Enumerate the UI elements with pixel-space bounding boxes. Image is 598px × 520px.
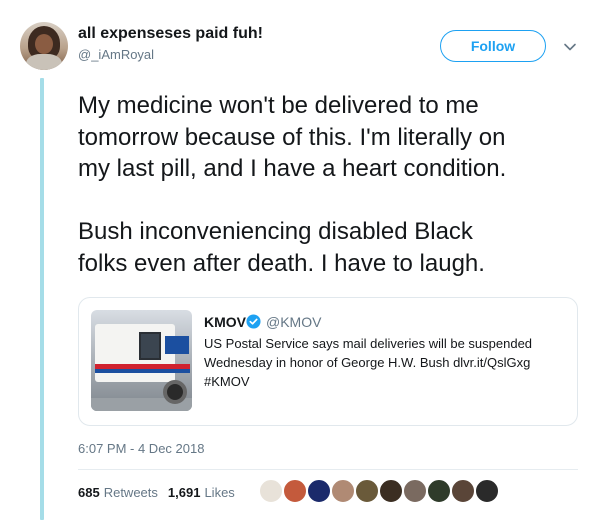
tweet-line: my last pill, and I have a heart conditi…: [78, 155, 507, 182]
retweets-stat[interactable]: 685 Retweets: [78, 485, 158, 500]
author-display-name[interactable]: all expenseses paid fuh!: [78, 25, 263, 43]
retweets-label: Retweets: [103, 485, 158, 500]
mail-truck-image: [91, 310, 192, 411]
liker-avatar[interactable]: [258, 478, 284, 504]
likes-count: 1,691: [167, 485, 201, 500]
liker-avatar[interactable]: [354, 478, 380, 504]
liker-avatar[interactable]: [474, 478, 500, 504]
likes-label: Likes: [204, 485, 235, 500]
liker-avatar[interactable]: [402, 478, 428, 504]
tweet-timestamp[interactable]: 6:07 PM - 4 Dec 2018: [78, 441, 204, 456]
quoted-author-name[interactable]: KMOV: [204, 314, 246, 330]
quoted-text-line: US Postal Service says mail deliveries w…: [204, 336, 533, 351]
quoted-text-line: Wednesday in honor of George H.W. Bush d…: [204, 355, 531, 370]
quoted-author-handle[interactable]: @KMOV: [266, 314, 321, 330]
retweets-count: 685: [78, 485, 100, 500]
divider: [78, 469, 578, 470]
tweet-line: My medicine won't be delivered to me: [78, 92, 479, 119]
liker-avatars: [258, 478, 500, 504]
verified-badge-icon: [246, 314, 261, 329]
tweet-paragraph: Bush inconveniencing disabled Black folk…: [78, 216, 588, 279]
liker-avatar[interactable]: [306, 478, 332, 504]
tweet-line: folks even after death. I have to laugh.: [78, 249, 485, 277]
thread-line: [40, 78, 44, 520]
liker-avatar[interactable]: [450, 478, 476, 504]
liker-avatar[interactable]: [378, 478, 404, 504]
tweet-stats: 685 Retweets 1,691 Likes: [78, 485, 235, 500]
chevron-down-icon[interactable]: [563, 40, 577, 54]
follow-button[interactable]: Follow: [440, 30, 546, 62]
tweet-line: tomorrow because of this. I'm literally …: [78, 123, 506, 151]
quoted-tweet-card[interactable]: KMOV @KMOV US Postal Service says mail d…: [78, 297, 578, 426]
liker-avatar[interactable]: [330, 478, 356, 504]
author-handle[interactable]: @_iAmRoyal: [78, 47, 154, 62]
tweet-line: Bush inconveniencing disabled Black: [78, 218, 473, 245]
avatar[interactable]: [20, 22, 68, 70]
liker-avatar[interactable]: [282, 478, 308, 504]
likes-stat[interactable]: 1,691 Likes: [168, 485, 235, 500]
tweet-text: My medicine won't be delivered to me tom…: [78, 90, 588, 311]
quoted-tweet-text: US Postal Service says mail deliveries w…: [204, 334, 564, 391]
tweet-paragraph: My medicine won't be delivered to me tom…: [78, 90, 588, 185]
quoted-text-line: #KMOV: [204, 374, 250, 389]
liker-avatar[interactable]: [426, 478, 452, 504]
